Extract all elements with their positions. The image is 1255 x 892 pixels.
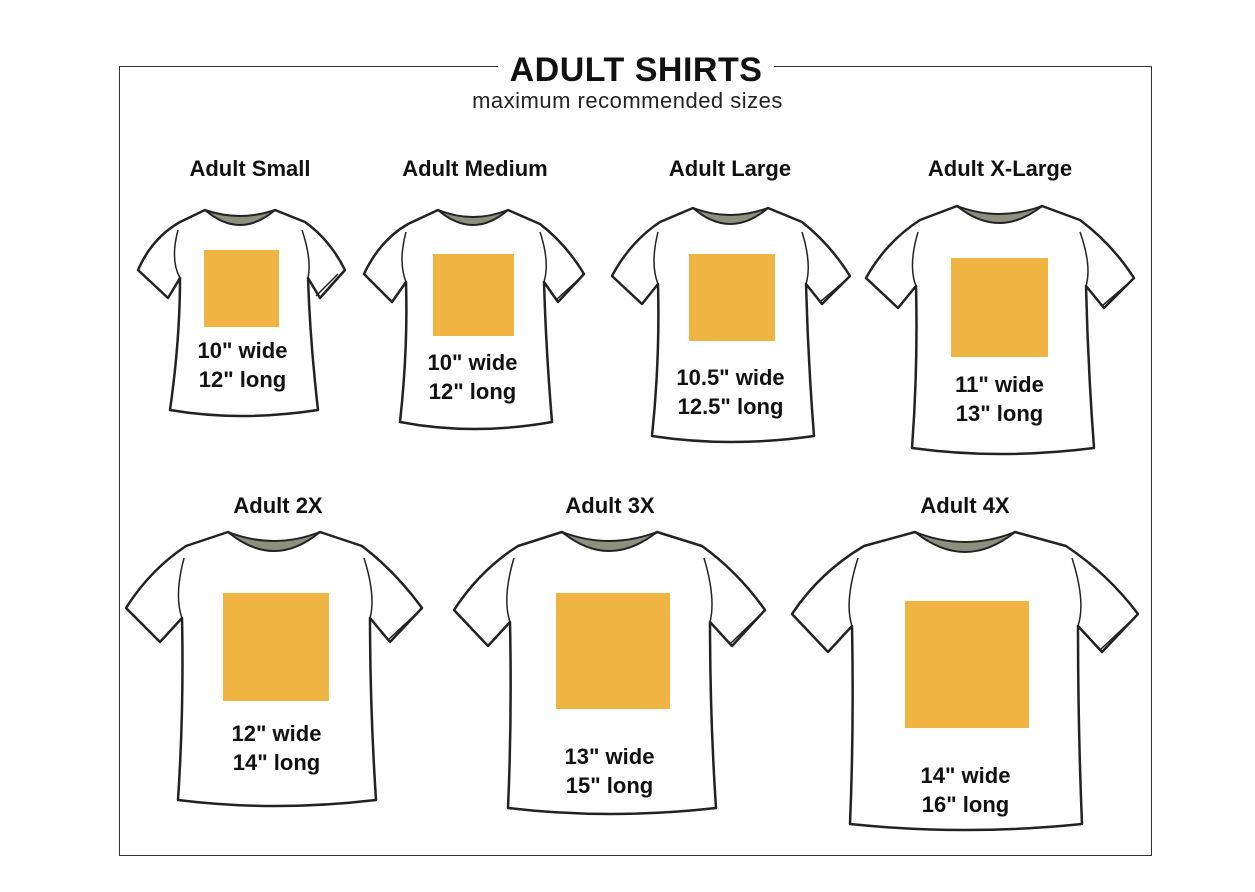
shirt-dimensions: 10" wide 12" long [400, 348, 545, 406]
width-label: 11" wide [955, 372, 1044, 397]
shirt-dimensions: 13" wide 15" long [537, 742, 682, 800]
shirt-large: 10.5" wide 12.5" long [608, 200, 853, 445]
width-label: 10" wide [197, 338, 288, 363]
length-label: 14" long [232, 750, 321, 775]
length-label: 12" long [428, 379, 517, 404]
length-label: 15" long [565, 773, 654, 798]
page-title: ADULT SHIRTS [509, 51, 763, 89]
shirt-name-medium: Adult Medium [402, 156, 548, 181]
width-label: 13" wide [564, 744, 655, 769]
width-label: 10.5" wide [676, 365, 785, 390]
shirt-medium: 10" wide 12" long [358, 200, 588, 435]
title-container: ADULT SHIRTS [498, 46, 774, 94]
width-label: 14" wide [920, 763, 1011, 788]
print-area [905, 601, 1029, 728]
width-label: 12" wide [231, 721, 322, 746]
shirt-name-xlarge: Adult X-Large [927, 156, 1073, 181]
shirt-name-large: Adult Large [668, 156, 792, 181]
shirt-2x: 12" wide 14" long [124, 528, 424, 808]
shirt-dimensions: 10.5" wide 12.5" long [658, 363, 803, 421]
print-area [204, 250, 279, 327]
page-subtitle: maximum recommended sizes [472, 88, 783, 113]
shirt-4x: 14" wide 16" long [790, 528, 1140, 833]
shirt-small: 10" wide 12" long [130, 200, 350, 425]
print-area [223, 593, 329, 701]
shirt-xlarge: 11" wide 13" long [862, 198, 1137, 458]
shirt-name-4x: Adult 4X [920, 493, 1010, 518]
width-label: 10" wide [427, 350, 518, 375]
shirt-name-3x: Adult 3X [565, 493, 655, 518]
print-area [433, 254, 514, 336]
shirt-dimensions: 11" wide 13" long [927, 370, 1072, 428]
shirt-name-small: Adult Small [189, 156, 311, 181]
length-label: 16" long [921, 792, 1010, 817]
print-area [689, 254, 775, 341]
shirt-dimensions: 12" wide 14" long [204, 719, 349, 777]
length-label: 12" long [198, 367, 287, 392]
print-area [556, 593, 670, 709]
print-area [951, 258, 1048, 357]
shirt-dimensions: 10" wide 12" long [170, 336, 315, 394]
length-label: 13" long [955, 401, 1044, 426]
shirt-dimensions: 14" wide 16" long [893, 761, 1038, 819]
shirt-name-2x: Adult 2X [233, 493, 323, 518]
length-label: 12.5" long [677, 394, 784, 419]
shirt-3x: 13" wide 15" long [452, 528, 767, 818]
